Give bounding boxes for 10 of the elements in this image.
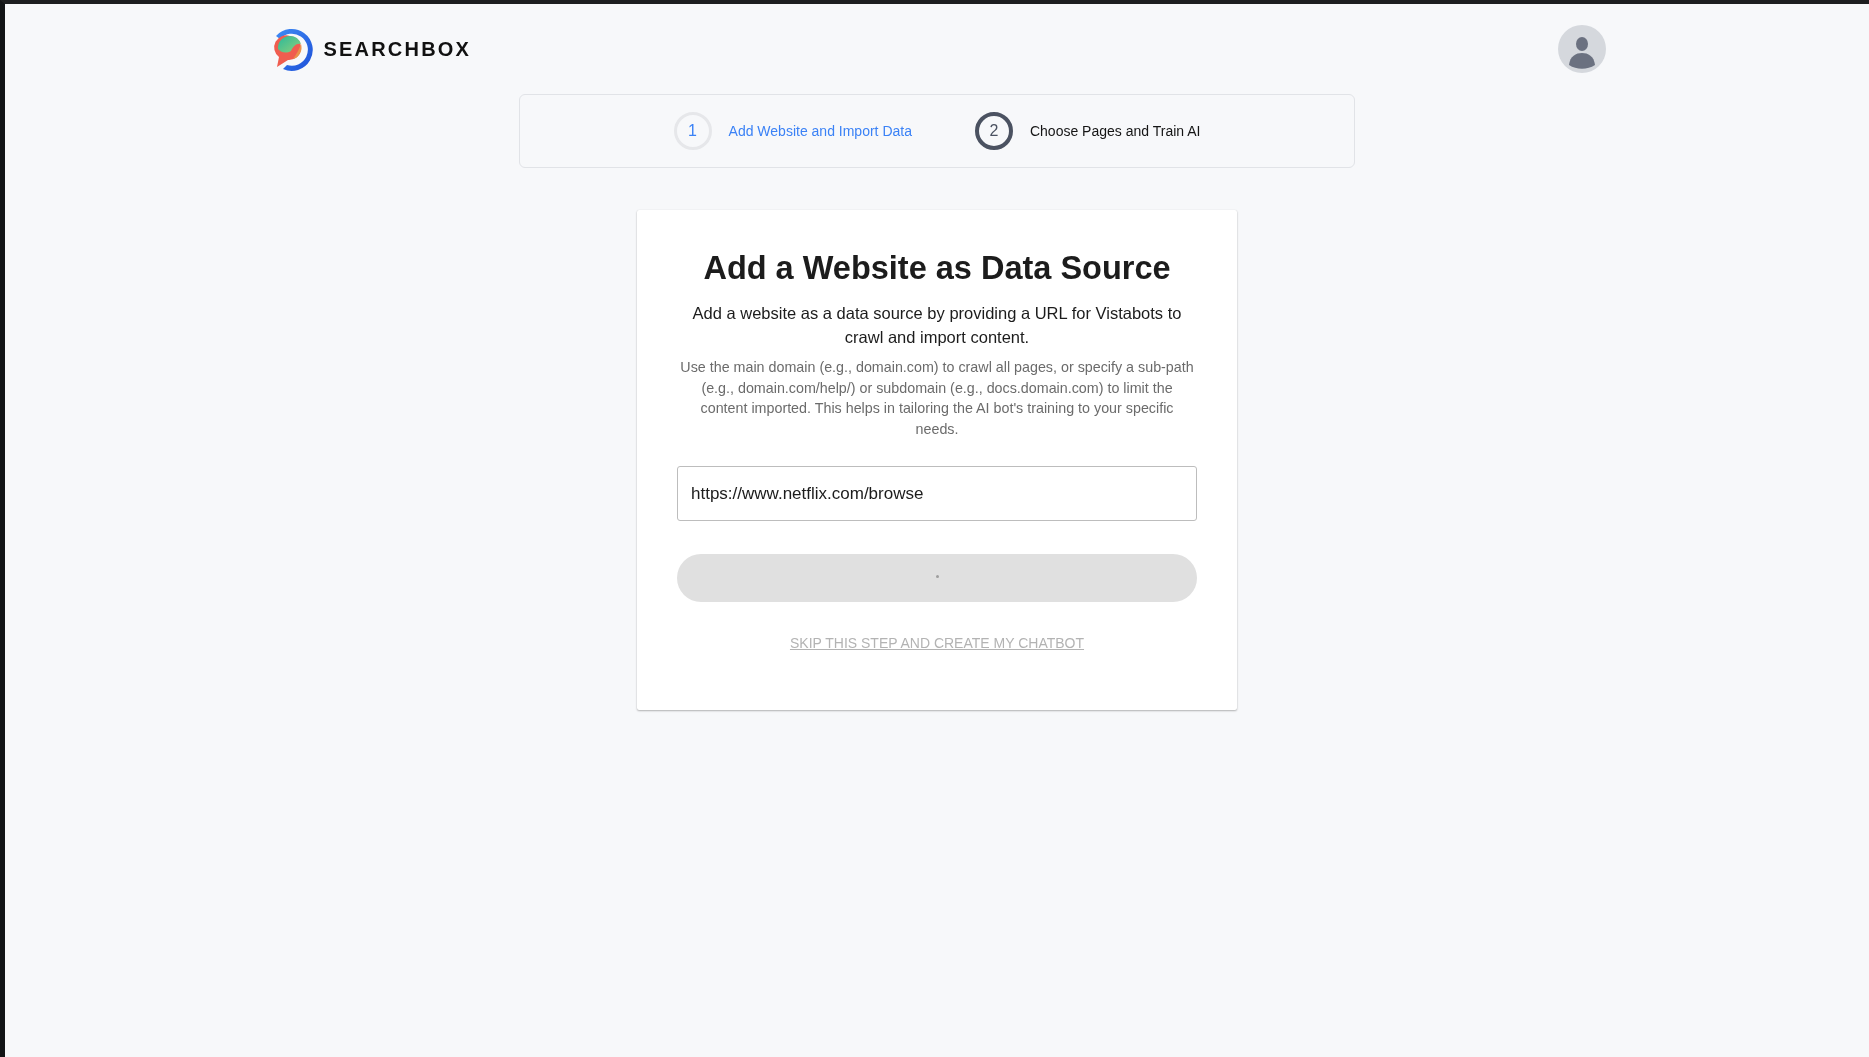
card-subtitle: Add a website as a data source by providing a URL for Vistabots to crawl and import content.: [691, 303, 1183, 348]
step-number: 2: [974, 112, 1013, 150]
url-input[interactable]: https://www.netflix.com/browse: [677, 466, 1197, 521]
step-number: 1: [673, 112, 712, 150]
card-title: Add a Website as Data Source: [702, 249, 1172, 288]
card-description: Use the main domain (e.g., domain.com) to crawl all pages, or specify a sub-path (e.g., domain.com/help/) or subdomain (e.g., docs.domain.com) to limit the content imported. This helps in tailoring the AI bot's training to your specific needs.: [679, 358, 1195, 439]
logo-text: SEARCHBOX: [323, 37, 472, 61]
step-label: Choose Pages and Train AI: [1029, 123, 1201, 139]
step-label: Add Website and Import Data: [728, 123, 912, 139]
avatar-icon[interactable]: [1557, 25, 1606, 73]
